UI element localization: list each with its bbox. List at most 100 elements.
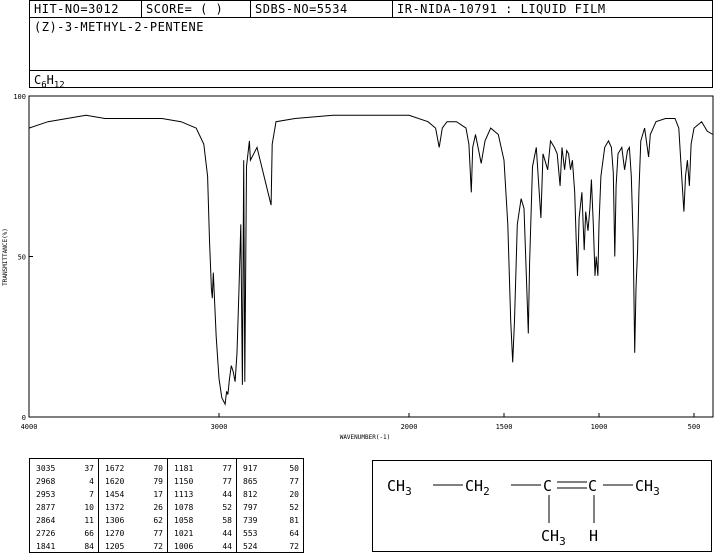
peak-transmittance: 37 bbox=[84, 464, 94, 473]
group-ch3-right: CH3 bbox=[635, 477, 660, 498]
peak-transmittance: 58 bbox=[222, 516, 232, 525]
peak-wavenumber: 739 bbox=[243, 516, 258, 525]
structure-svg: CH3 CH2 C C CH3 CH3 H bbox=[387, 477, 660, 548]
peak-row: 1078 52 bbox=[168, 501, 236, 514]
peak-row: 812 20 bbox=[237, 488, 303, 501]
peak-transmittance: 66 bbox=[84, 529, 94, 538]
peak-table: 3035 37 2968 4 2953 7 2877 10 2864 11 2726 66 1841 84… bbox=[29, 458, 304, 553]
x-tick-label: 3000 bbox=[211, 423, 228, 431]
peak-transmittance: 81 bbox=[289, 516, 299, 525]
peak-wavenumber: 1620 bbox=[105, 477, 125, 486]
peak-transmittance: 72 bbox=[289, 542, 299, 551]
peak-wavenumber: 1672 bbox=[105, 464, 125, 473]
peak-row: 1306 62 bbox=[99, 514, 167, 527]
peak-wavenumber: 524 bbox=[243, 542, 258, 551]
peak-row: 3035 37 bbox=[30, 462, 98, 475]
peak-row: 1620 79 bbox=[99, 475, 167, 488]
peak-row: 1150 77 bbox=[168, 475, 236, 488]
peak-transmittance: 77 bbox=[289, 477, 299, 486]
peak-row: 1672 70 bbox=[99, 462, 167, 475]
peak-wavenumber: 2953 bbox=[36, 490, 56, 499]
peak-transmittance: 10 bbox=[84, 503, 94, 512]
peak-row: 1841 84 bbox=[30, 540, 98, 553]
x-tick-label: 2000 bbox=[401, 423, 418, 431]
peak-wavenumber: 1150 bbox=[174, 477, 194, 486]
peak-wavenumber: 2726 bbox=[36, 529, 56, 538]
peak-wavenumber: 1270 bbox=[105, 529, 125, 538]
peak-transmittance: 77 bbox=[153, 529, 163, 538]
x-tick-label: 1500 bbox=[496, 423, 513, 431]
peak-wavenumber: 2877 bbox=[36, 503, 56, 512]
peak-row: 2953 7 bbox=[30, 488, 98, 501]
peak-transmittance: 77 bbox=[222, 464, 232, 473]
peak-wavenumber: 1058 bbox=[174, 516, 194, 525]
carbon-1: C bbox=[543, 477, 552, 495]
peak-transmittance: 4 bbox=[89, 477, 94, 486]
x-axis-label: WAVENUMBER(-1) bbox=[340, 434, 391, 441]
hydrogen: H bbox=[589, 527, 598, 545]
peak-row: 1372 26 bbox=[99, 501, 167, 514]
peak-row: 1006 44 bbox=[168, 540, 236, 553]
peak-transmittance: 70 bbox=[153, 464, 163, 473]
peak-row: 1454 17 bbox=[99, 488, 167, 501]
peak-wavenumber: 1454 bbox=[105, 490, 125, 499]
peak-row: 797 52 bbox=[237, 501, 303, 514]
peak-transmittance: 64 bbox=[289, 529, 299, 538]
peak-wavenumber: 1021 bbox=[174, 529, 194, 538]
peak-row: 739 81 bbox=[237, 514, 303, 527]
peak-row: 1205 72 bbox=[99, 540, 167, 553]
peak-transmittance: 72 bbox=[153, 542, 163, 551]
y-tick-label: 0 bbox=[22, 414, 26, 422]
peak-row: 1113 44 bbox=[168, 488, 236, 501]
peak-transmittance: 84 bbox=[84, 542, 94, 551]
y-tick-label: 100 bbox=[13, 93, 26, 101]
peak-wavenumber: 812 bbox=[243, 490, 258, 499]
peak-wavenumber: 2968 bbox=[36, 477, 56, 486]
peak-transmittance: 44 bbox=[222, 490, 232, 499]
peak-transmittance: 50 bbox=[289, 464, 299, 473]
y-axis-ticks: 0 50 100 bbox=[13, 93, 33, 422]
y-tick-label: 50 bbox=[18, 254, 26, 262]
structure-diagram: CH3 CH2 C C CH3 CH3 H bbox=[372, 460, 712, 552]
peak-transmittance: 52 bbox=[289, 503, 299, 512]
peak-row: 1181 77 bbox=[168, 462, 236, 475]
peak-transmittance: 44 bbox=[222, 529, 232, 538]
peak-wavenumber: 917 bbox=[243, 464, 258, 473]
peak-transmittance: 11 bbox=[84, 516, 94, 525]
peak-transmittance: 77 bbox=[222, 477, 232, 486]
peak-row: 2968 4 bbox=[30, 475, 98, 488]
peak-wavenumber: 865 bbox=[243, 477, 258, 486]
peak-column: 1181 77 1150 77 1113 44 1078 52 1058 58 1021 44 1006… bbox=[168, 459, 237, 552]
ir-spectrum-chart: 4000 3000 2000 1500 1000 500 0 50 100 WAVENUMBE… bbox=[2, 93, 714, 441]
peak-row: 1270 77 bbox=[99, 527, 167, 540]
peak-row: 1058 58 bbox=[168, 514, 236, 527]
peak-transmittance: 62 bbox=[153, 516, 163, 525]
peak-row: 1021 44 bbox=[168, 527, 236, 540]
peak-row: 524 72 bbox=[237, 540, 303, 553]
peak-row: 2864 11 bbox=[30, 514, 98, 527]
spectrum-line bbox=[28, 114, 714, 406]
peak-wavenumber: 797 bbox=[243, 503, 258, 512]
peak-transmittance: 17 bbox=[153, 490, 163, 499]
group-ch2: CH2 bbox=[465, 477, 490, 498]
x-tick-label: 4000 bbox=[21, 423, 38, 431]
peak-column: 1672 70 1620 79 1454 17 1372 26 1306 62 1270 77 1205… bbox=[99, 459, 168, 552]
x-axis-ticks: 4000 3000 2000 1500 1000 500 bbox=[21, 413, 700, 431]
peak-row: 553 64 bbox=[237, 527, 303, 540]
peak-wavenumber: 3035 bbox=[36, 464, 56, 473]
peak-column: 3035 37 2968 4 2953 7 2877 10 2864 11 2726 66 1841 84 bbox=[30, 459, 99, 552]
peak-transmittance: 44 bbox=[222, 542, 232, 551]
peak-row: 917 50 bbox=[237, 462, 303, 475]
peak-row: 2726 66 bbox=[30, 527, 98, 540]
peak-transmittance: 20 bbox=[289, 490, 299, 499]
peak-row: 865 77 bbox=[237, 475, 303, 488]
carbon-2: C bbox=[588, 477, 597, 495]
group-ch3-left: CH3 bbox=[387, 477, 412, 498]
peak-column: 917 50 865 77 812 20 797 52 739 81 553 64 524 72 bbox=[237, 459, 303, 552]
peak-transmittance: 79 bbox=[153, 477, 163, 486]
peak-wavenumber: 1372 bbox=[105, 503, 125, 512]
peak-transmittance: 26 bbox=[153, 503, 163, 512]
peak-transmittance: 52 bbox=[222, 503, 232, 512]
peak-wavenumber: 553 bbox=[243, 529, 258, 538]
peak-wavenumber: 1006 bbox=[174, 542, 194, 551]
